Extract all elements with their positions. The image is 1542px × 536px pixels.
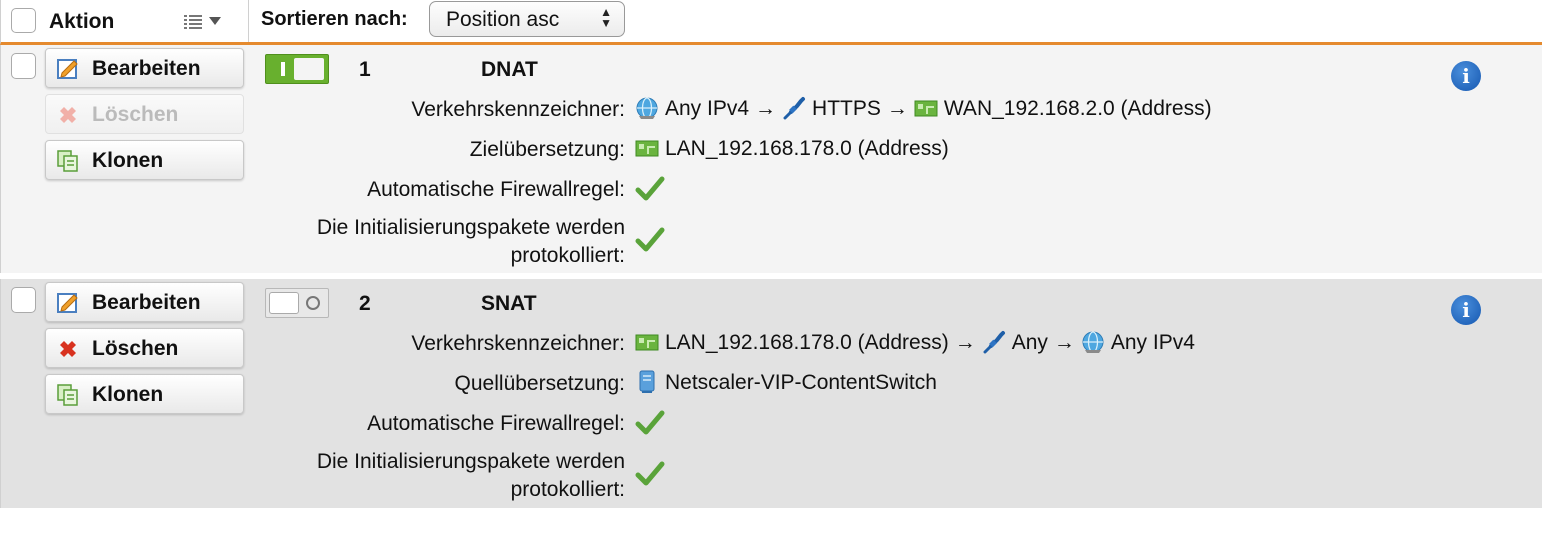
traffic-selector-value: LAN_192.168.178.0 (Address) → Any → Any IP… bbox=[635, 330, 1195, 355]
edit-button[interactable]: Bearbeiten bbox=[45, 282, 244, 322]
header-divider bbox=[248, 0, 249, 42]
rule-row: Bearbeiten Löschen Klonen 1 DNAT i Verke… bbox=[0, 45, 1542, 273]
row-checkbox[interactable] bbox=[11, 53, 36, 79]
select-arrows-icon: ▲ ▼ bbox=[600, 5, 612, 30]
delete-button-label: Löschen bbox=[92, 337, 179, 360]
traffic-service[interactable]: Any bbox=[1012, 331, 1048, 354]
clone-button-label: Klonen bbox=[92, 383, 164, 406]
delete-button-label: Löschen bbox=[92, 103, 179, 126]
log-label-line2: protokolliert: bbox=[510, 244, 625, 267]
clone-button-label: Klonen bbox=[92, 149, 164, 172]
server-icon bbox=[639, 370, 655, 393]
traffic-source[interactable]: Any IPv4 bbox=[665, 97, 749, 120]
status-toggle[interactable] bbox=[265, 54, 329, 84]
translation-target[interactable]: LAN_192.168.178.0 (Address) bbox=[665, 137, 949, 160]
sort-label: Sortieren nach: bbox=[261, 8, 408, 30]
info-icon[interactable]: i bbox=[1451, 295, 1481, 325]
traffic-selector-value: Any IPv4 → HTTPS → WAN_192.168.2.0 (Addres… bbox=[635, 96, 1212, 121]
rule-position: 2 bbox=[359, 292, 371, 315]
traffic-source[interactable]: LAN_192.168.178.0 (Address) bbox=[665, 331, 949, 354]
checkmark-icon bbox=[635, 461, 665, 486]
clone-button[interactable]: Klonen bbox=[45, 140, 244, 180]
translation-value: Netscaler-VIP-ContentSwitch bbox=[635, 370, 937, 395]
arrow-right-icon: → bbox=[954, 331, 976, 354]
rule-row: Bearbeiten Löschen Klonen 2 SNAT i Verke… bbox=[0, 279, 1542, 508]
delete-icon bbox=[60, 107, 76, 123]
list-view-icon[interactable] bbox=[184, 14, 202, 30]
sort-select[interactable]: Position asc ▲ ▼ bbox=[429, 1, 625, 37]
translation-label: Quellübersetzung: bbox=[454, 372, 625, 395]
toggle-on-indicator bbox=[281, 62, 285, 76]
network-address-icon bbox=[914, 100, 938, 117]
log-label-line2: protokolliert: bbox=[510, 478, 625, 501]
chevron-down-icon[interactable] bbox=[209, 17, 221, 25]
traffic-selector-label: Verkehrskennzeichner: bbox=[411, 98, 625, 121]
network-address-icon bbox=[635, 334, 659, 351]
cable-icon bbox=[983, 331, 1005, 354]
edit-icon bbox=[57, 59, 78, 79]
log-label-line1: Die Initialisierungspakete werden bbox=[316, 450, 625, 473]
traffic-service[interactable]: HTTPS bbox=[812, 97, 881, 120]
edit-icon bbox=[57, 293, 78, 313]
network-address-icon bbox=[635, 140, 659, 157]
status-toggle[interactable] bbox=[265, 288, 329, 318]
auto-firewall-label: Automatische Firewallregel: bbox=[367, 178, 625, 201]
delete-icon bbox=[60, 341, 76, 357]
globe-icon bbox=[1082, 331, 1104, 353]
checkmark-icon bbox=[635, 410, 665, 435]
rule-position: 1 bbox=[359, 58, 371, 81]
log-label: Die Initialisierungspakete werden protok… bbox=[317, 214, 625, 270]
translation-value: LAN_192.168.178.0 (Address) bbox=[635, 136, 949, 161]
checkmark-icon bbox=[635, 176, 665, 201]
edit-button[interactable]: Bearbeiten bbox=[45, 48, 244, 88]
clone-icon bbox=[57, 150, 78, 172]
table-header: Aktion Sortieren nach: Position asc ▲ ▼ bbox=[0, 0, 1542, 45]
traffic-destination[interactable]: WAN_192.168.2.0 (Address) bbox=[944, 97, 1212, 120]
toggle-off-indicator bbox=[306, 296, 320, 310]
translation-target[interactable]: Netscaler-VIP-ContentSwitch bbox=[665, 371, 937, 394]
select-all-checkbox[interactable] bbox=[11, 8, 36, 33]
arrow-right-icon: → bbox=[755, 97, 777, 120]
edit-button-label: Bearbeiten bbox=[92, 57, 201, 80]
arrow-right-icon: → bbox=[1053, 331, 1075, 354]
clone-button[interactable]: Klonen bbox=[45, 374, 244, 414]
edit-button-label: Bearbeiten bbox=[92, 291, 201, 314]
info-icon[interactable]: i bbox=[1451, 61, 1481, 91]
rule-type: DNAT bbox=[481, 58, 538, 81]
delete-button[interactable]: Löschen bbox=[45, 94, 244, 134]
toggle-knob bbox=[294, 58, 324, 80]
log-label: Die Initialisierungspakete werden protok… bbox=[317, 448, 625, 504]
action-column-title: Aktion bbox=[49, 10, 115, 33]
rule-type: SNAT bbox=[481, 292, 537, 315]
toggle-knob bbox=[269, 292, 299, 314]
sort-select-value: Position asc bbox=[446, 8, 560, 31]
cable-icon bbox=[783, 97, 806, 120]
delete-button[interactable]: Löschen bbox=[45, 328, 244, 368]
traffic-selector-label: Verkehrskennzeichner: bbox=[411, 332, 625, 355]
translation-label: Zielübersetzung: bbox=[469, 138, 625, 161]
globe-icon bbox=[636, 97, 658, 119]
arrow-right-icon: → bbox=[886, 97, 908, 120]
checkmark-icon bbox=[635, 227, 665, 252]
auto-firewall-label: Automatische Firewallregel: bbox=[367, 412, 625, 435]
clone-icon bbox=[57, 384, 78, 406]
row-checkbox[interactable] bbox=[11, 287, 36, 313]
log-label-line1: Die Initialisierungspakete werden bbox=[316, 216, 625, 239]
traffic-destination[interactable]: Any IPv4 bbox=[1111, 331, 1195, 354]
